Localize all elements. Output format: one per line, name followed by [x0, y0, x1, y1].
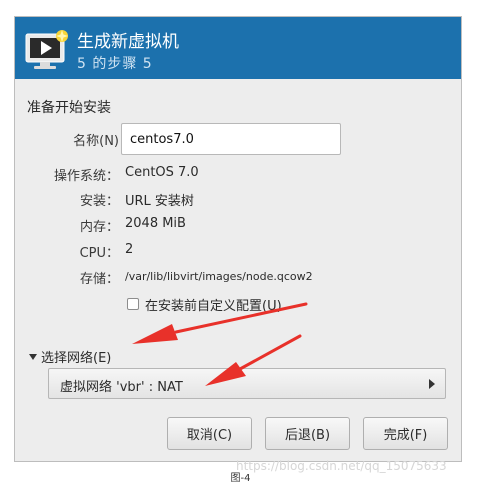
- cpu-label: CPU：: [79, 246, 119, 261]
- customize-checkbox-label: 在安装前自定义配置(U): [145, 298, 282, 314]
- figure-caption: 图-4: [230, 473, 251, 484]
- network-select-value: 虚拟网络 'vbr' : NAT: [60, 380, 183, 395]
- network-expander-label: 选择网络(E): [41, 351, 112, 366]
- back-button[interactable]: 后退(B): [265, 417, 350, 450]
- monitor-new-vm-icon: [25, 30, 68, 69]
- name-input[interactable]: [121, 123, 341, 155]
- dialog-step: 5 的步骤 5: [77, 56, 153, 72]
- install-label: 安装：: [79, 194, 119, 209]
- os-value: CentOS 7.0: [125, 165, 199, 180]
- new-vm-dialog: 生成新虚拟机 5 的步骤 5 准备开始安装 名称(N) 操作系统： CentOS…: [14, 16, 462, 462]
- dialog-header: 生成新虚拟机 5 的步骤 5: [15, 17, 461, 79]
- expander-arrow-icon: [29, 353, 37, 360]
- dialog-title: 生成新虚拟机: [77, 32, 179, 52]
- chevron-right-icon: [429, 379, 435, 389]
- network-expander[interactable]: 选择网络(E): [29, 347, 111, 366]
- storage-label: 存储：: [79, 272, 119, 287]
- section-title: 准备开始安装: [27, 100, 111, 116]
- customize-checkbox[interactable]: 在安装前自定义配置(U): [127, 295, 282, 314]
- name-label: 名称(N): [73, 134, 119, 149]
- network-select[interactable]: 虚拟网络 'vbr' : NAT: [48, 368, 446, 399]
- os-label: 操作系统：: [53, 169, 119, 184]
- cpu-value: 2: [125, 242, 134, 257]
- checkbox-box[interactable]: [127, 298, 139, 310]
- cancel-button[interactable]: 取消(C): [167, 417, 252, 450]
- storage-value: /var/lib/libvirt/images/node.qcow2: [125, 270, 313, 283]
- finish-button[interactable]: 完成(F): [363, 417, 448, 450]
- memory-label: 内存：: [79, 220, 119, 235]
- memory-value: 2048 MiB: [125, 216, 186, 231]
- install-value: URL 安装树: [125, 194, 194, 209]
